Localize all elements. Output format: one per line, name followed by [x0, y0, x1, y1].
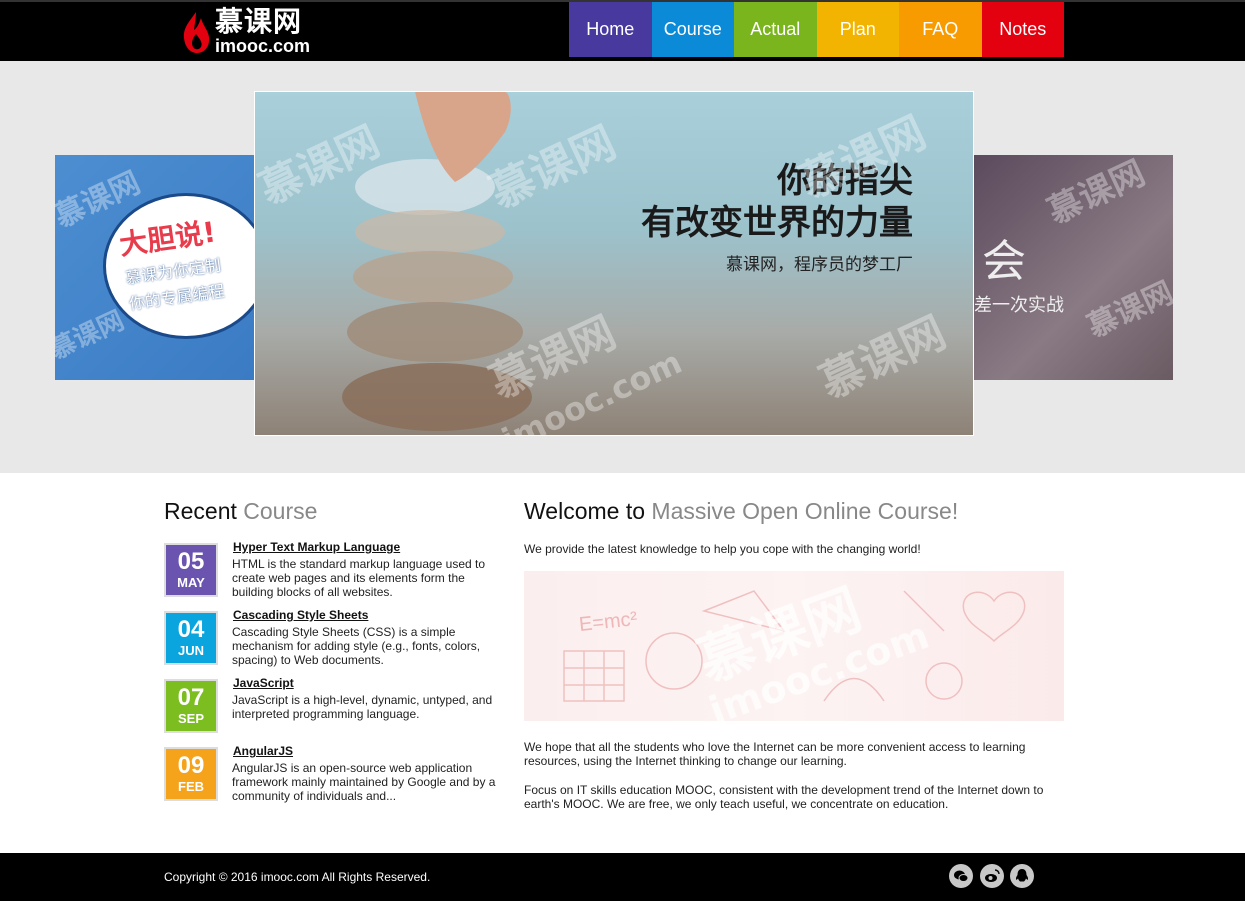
date-month: MAY: [177, 575, 205, 590]
welcome-doodle-image: E=mc² 慕课网 imooc.com: [524, 571, 1064, 721]
watermark: 慕课网: [55, 305, 129, 366]
slide-next-subtitle: 差一次实战: [974, 295, 1064, 316]
date-day: 09: [177, 752, 205, 779]
welcome-title-accent: Massive Open Online Course!: [651, 498, 959, 524]
course-description: HTML is the standard markup language use…: [232, 557, 486, 599]
welcome-title: Welcome to Massive Open Online Course!: [524, 498, 958, 525]
slide-next-headline: 会: [982, 236, 1026, 287]
slide-active-headline: 你的指尖 有改变世界的力量: [641, 160, 913, 244]
recent-course-title: Recent Course: [164, 498, 317, 525]
carousel-slide-prev[interactable]: 大胆说! 慕课为你定制 你的专属编程 慕课网 慕课网: [55, 155, 254, 380]
course-description: JavaScript is a high-level, dynamic, unt…: [232, 693, 493, 721]
slide-active-subtitle: 慕课网，程序员的梦工厂: [726, 255, 913, 275]
nav-item-plan[interactable]: Plan: [816, 2, 899, 57]
copyright-text: Copyright © 2016 imooc.com All Rights Re…: [164, 870, 431, 884]
logo-text-en: imooc.com: [215, 36, 311, 56]
banner-carousel: 大胆说! 慕课为你定制 你的专属编程 慕课网 慕课网 会 差一次实战 慕课网 慕…: [0, 61, 1245, 473]
course-item: 04 JUN Cascading Style Sheets Cascading Sty…: [164, 608, 504, 671]
site-footer: Copyright © 2016 imooc.com All Rights Re…: [0, 853, 1245, 901]
wechat-icon[interactable]: [949, 864, 973, 888]
course-title-link[interactable]: Cascading Style Sheets: [233, 608, 368, 622]
qq-icon[interactable]: [1010, 864, 1034, 888]
weibo-icon[interactable]: [980, 864, 1004, 888]
carousel-slide-next[interactable]: 会 差一次实战 慕课网 慕课网: [974, 155, 1173, 380]
date-badge: 05 MAY: [164, 543, 218, 597]
recent-title-accent: Course: [243, 498, 318, 524]
nav-item-actual[interactable]: Actual: [734, 2, 817, 57]
nav-item-home[interactable]: Home: [569, 2, 652, 57]
course-title-link[interactable]: AngularJS: [233, 744, 293, 758]
nav-item-notes[interactable]: Notes: [981, 2, 1064, 57]
date-day: 07: [177, 684, 205, 711]
welcome-intro: We provide the latest knowledge to help …: [524, 542, 921, 556]
flame-icon: [183, 12, 210, 53]
site-header: 慕课网 imooc.com Home Course Actual Plan FAQ Not…: [0, 0, 1245, 61]
carousel-slide-active[interactable]: 你的指尖 有改变世界的力量 慕课网，程序员的梦工厂 慕课网 慕课网 慕课网 慕课…: [254, 91, 974, 436]
recent-title-prefix: Recent: [164, 498, 237, 524]
course-item: 07 SEP JavaScript JavaScript is a high-leve…: [164, 676, 504, 739]
date-month: SEP: [177, 711, 204, 726]
slide-active-line2: 有改变世界的力量: [641, 203, 913, 243]
course-description: Cascading Style Sheets (CSS) is a simple…: [232, 625, 481, 667]
slide-active-line1: 你的指尖: [777, 161, 913, 201]
course-title-link[interactable]: JavaScript: [233, 676, 294, 690]
date-month: JUN: [177, 643, 204, 658]
stones-hand-graphic: [342, 92, 532, 431]
welcome-title-prefix: Welcome to: [524, 498, 646, 524]
course-title-link[interactable]: Hyper Text Markup Language: [233, 540, 400, 554]
date-badge: 04 JUN: [164, 611, 218, 665]
date-day: 05: [177, 548, 205, 575]
logo-text-zh: 慕课网: [215, 5, 303, 38]
date-month: FEB: [178, 779, 204, 794]
doodle-graphics: [563, 590, 1026, 702]
welcome-paragraph-2: Focus on IT skills education MOOC, consi…: [524, 783, 1044, 811]
date-badge: 09 FEB: [164, 747, 218, 801]
main-nav: Home Course Actual Plan FAQ Notes: [569, 2, 1064, 59]
watermark: 慕课网: [1041, 155, 1152, 233]
site-logo[interactable]: 慕课网 imooc.com: [181, 6, 333, 58]
watermark: 慕课网: [1082, 275, 1173, 346]
date-day: 04: [177, 616, 205, 643]
nav-item-faq[interactable]: FAQ: [899, 2, 982, 57]
welcome-paragraph-1: We hope that all the students who love t…: [524, 740, 1026, 768]
watermark: 慕课网: [812, 307, 954, 410]
course-item: 05 MAY Hyper Text Markup Language HTML is t…: [164, 540, 504, 603]
date-badge: 07 SEP: [164, 679, 218, 733]
course-description: AngularJS is an open-source web applicat…: [232, 761, 496, 803]
course-item: 09 FEB AngularJS AngularJS is an open-sourc…: [164, 744, 504, 807]
nav-item-course[interactable]: Course: [651, 2, 734, 57]
